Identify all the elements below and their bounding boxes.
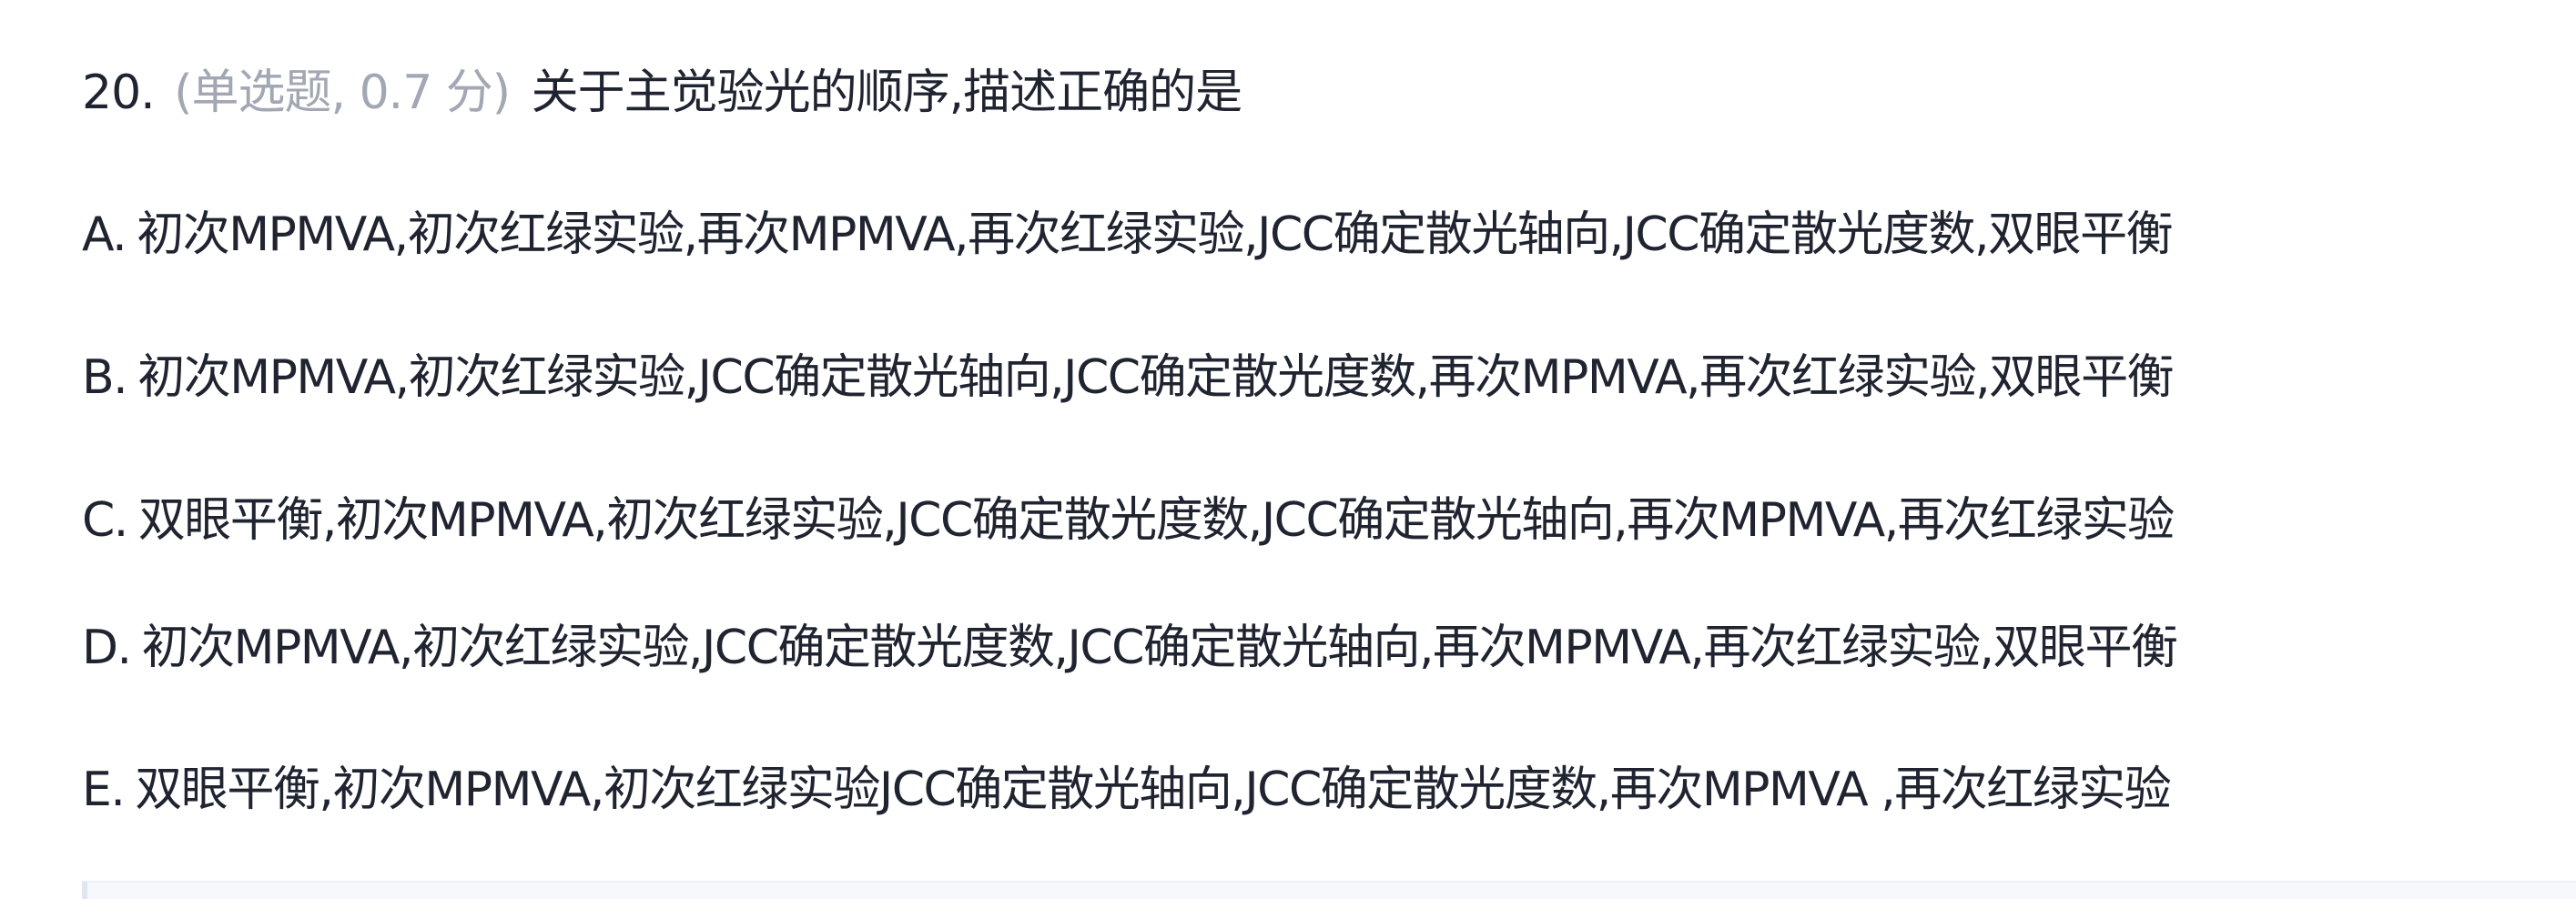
option-letter: C.	[82, 493, 128, 548]
option-letter: D.	[82, 621, 132, 675]
option-letter: E.	[82, 763, 126, 817]
option-c[interactable]: C. 双眼平衡,初次MPMVA,初次红绿实验,JCC确定散光度数,JCC确定散光轴…	[82, 484, 2175, 557]
option-letter: A.	[82, 207, 127, 262]
option-text: 双眼平衡,初次MPMVA,初次红绿实验,JCC确定散光度数,JCC确定散光轴向,…	[137, 493, 2175, 548]
option-text: 初次MPMVA,初次红绿实验,再次MPMVA,再次红绿实验,JCC确定散光轴向,…	[137, 207, 2173, 262]
option-d[interactable]: D. 初次MPMVA,初次红绿实验,JCC确定散光度数,JCC确定散光轴向,再次M…	[82, 611, 2178, 684]
question-stem: 关于主觉验光的顺序,描述正确的是	[531, 66, 1243, 120]
option-letter: B.	[82, 350, 128, 405]
question-title: 20. (单选题, 0.7 分) 关于主觉验光的顺序,描述正确的是	[82, 56, 1242, 129]
option-a[interactable]: A. 初次MPMVA,初次红绿实验,再次MPMVA,再次红绿实验,JCC确定散光轴…	[82, 198, 2174, 271]
question-number: 20.	[82, 66, 156, 120]
option-e[interactable]: E. 双眼平衡,初次MPMVA,初次红绿实验JCC确定散光轴向,JCC确定散光度数…	[82, 753, 2172, 826]
option-b[interactable]: B. 初次MPMVA,初次红绿实验,JCC确定散光轴向,JCC确定散光度数,再次M…	[82, 341, 2175, 414]
option-text: 初次MPMVA,初次红绿实验,JCC确定散光度数,JCC确定散光轴向,再次MPM…	[141, 621, 2178, 675]
answer-area	[82, 881, 2576, 899]
question-type-score: (单选题, 0.7 分)	[174, 66, 511, 120]
option-text: 初次MPMVA,初次红绿实验,JCC确定散光轴向,JCC确定散光度数,再次MPM…	[137, 350, 2174, 405]
option-text: 双眼平衡,初次MPMVA,初次红绿实验JCC确定散光轴向,JCC确定散光度数,再…	[135, 763, 2171, 817]
